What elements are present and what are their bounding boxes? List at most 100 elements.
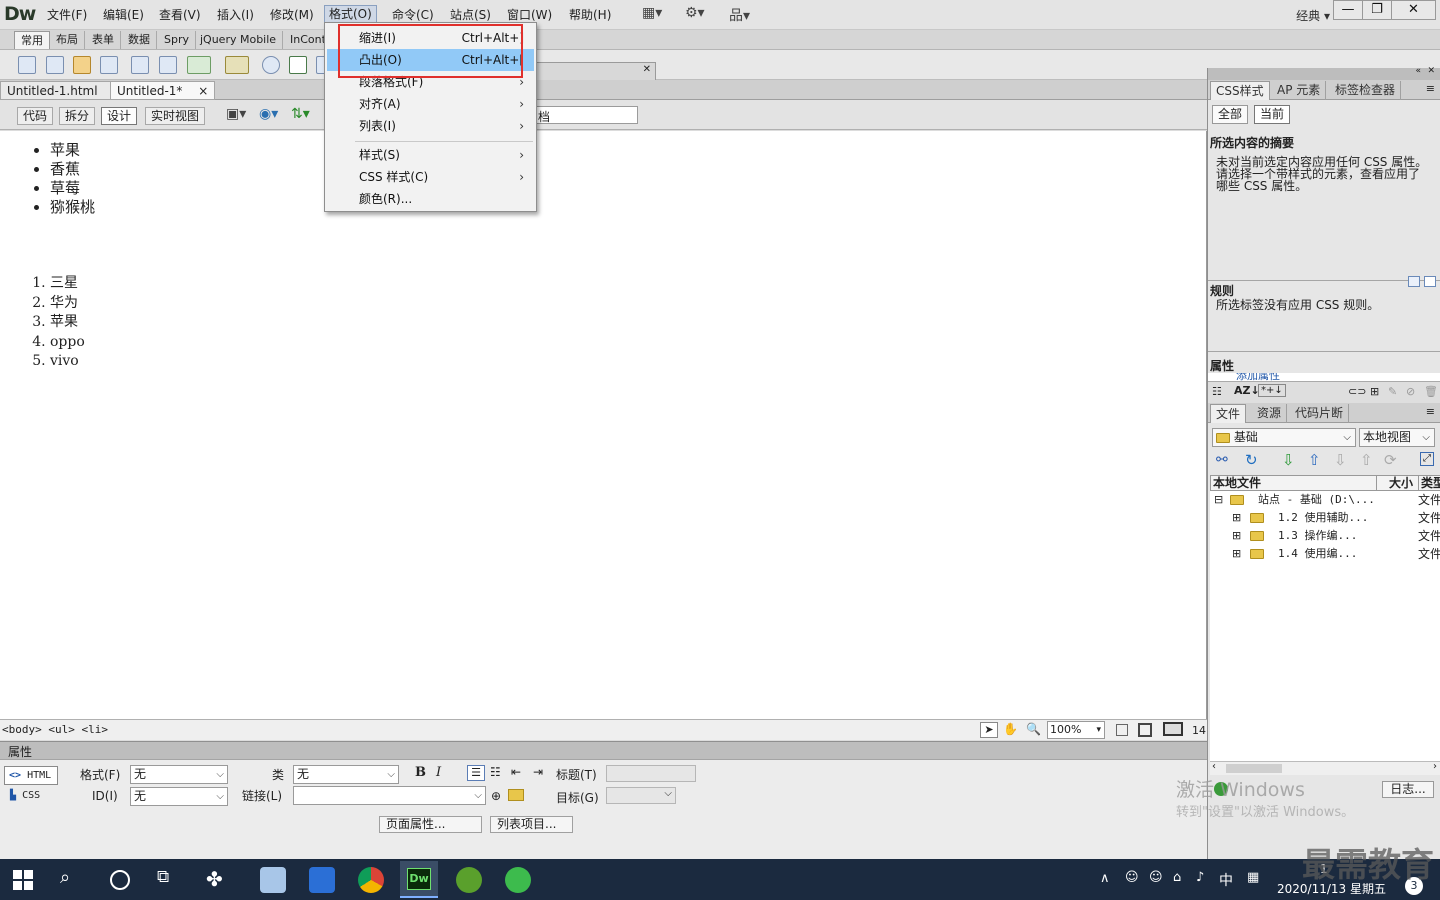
- edit-rule-icon[interactable]: ✎: [1388, 385, 1397, 398]
- windows-start-icon[interactable]: [12, 869, 34, 891]
- menu-item-style[interactable]: 样式(S) ›: [327, 144, 534, 166]
- qq-icon-2[interactable]: ☺: [1149, 870, 1163, 885]
- menu-help[interactable]: 帮助(H): [565, 7, 615, 25]
- bold-button[interactable]: B: [415, 765, 426, 780]
- mobile-size-icon[interactable]: [1116, 724, 1128, 736]
- tab-snippets[interactable]: 代码片断: [1290, 404, 1350, 423]
- melon-app-icon[interactable]: [456, 867, 482, 893]
- outdent-icon[interactable]: ⇤: [511, 765, 521, 779]
- unordered-list-icon[interactable]: ☰: [467, 765, 485, 781]
- list-item[interactable]: 苹果: [50, 313, 85, 333]
- menu-item-align[interactable]: 对齐(A) ›: [327, 93, 534, 115]
- browse-folder-icon[interactable]: [508, 789, 524, 801]
- minimize-button[interactable]: —: [1333, 0, 1363, 20]
- put-files-icon[interactable]: ⇧: [1308, 451, 1321, 469]
- cortana-icon[interactable]: [110, 870, 130, 890]
- close-icon[interactable]: ×: [198, 84, 208, 98]
- volume-icon[interactable]: ♪: [1196, 870, 1204, 885]
- tab-css-styles[interactable]: CSS样式: [1210, 81, 1270, 100]
- menu-file[interactable]: 文件(F): [43, 7, 91, 25]
- tab-files[interactable]: 文件: [1210, 404, 1247, 423]
- add-property-link[interactable]: 添加属性: [1236, 373, 1280, 381]
- notes-app-icon[interactable]: [260, 867, 286, 893]
- insert-tab-forms[interactable]: 表单: [86, 31, 121, 49]
- wps-writer-icon[interactable]: [309, 867, 335, 893]
- check-in-icon[interactable]: ⇧: [1360, 451, 1373, 469]
- file-row[interactable]: ⊞ 1.4 使用编... 文件: [1210, 545, 1440, 563]
- panel-menu-icon[interactable]: ≡: [1426, 405, 1435, 418]
- title-field[interactable]: 档: [536, 106, 638, 124]
- workspace-switcher[interactable]: 经典 ▾: [1296, 7, 1330, 24]
- view-select[interactable]: 本地视图 ⌵: [1359, 428, 1435, 447]
- get-files-icon[interactable]: ⇩: [1282, 451, 1295, 469]
- show-info-icon[interactable]: [1408, 276, 1420, 287]
- point-to-file-icon[interactable]: ⊕: [491, 789, 501, 803]
- files-horizontal-scrollbar[interactable]: ‹ ›: [1210, 761, 1440, 775]
- insert-tab-layout[interactable]: 布局: [50, 31, 85, 49]
- tray-expand-icon[interactable]: ∧: [1100, 871, 1110, 886]
- tag-selector[interactable]: <body> <ul> <li>: [2, 723, 108, 736]
- dreamweaver-task-icon[interactable]: Dw: [400, 861, 438, 898]
- live-view-button[interactable]: 实时视图: [145, 107, 206, 125]
- indent-icon[interactable]: ⇥: [533, 765, 543, 779]
- id-select[interactable]: 无 ⌵: [130, 787, 228, 806]
- menu-insert[interactable]: 插入(I): [213, 7, 258, 25]
- list-item[interactable]: vivo: [50, 352, 85, 372]
- doc-tab-untitled-1[interactable]: Untitled-1* ×: [110, 81, 216, 100]
- hyperlink-icon[interactable]: [18, 56, 36, 74]
- task-view-icon[interactable]: ⧉: [157, 867, 183, 893]
- divider[interactable]: [1208, 351, 1440, 352]
- network-icon[interactable]: ⌂: [1173, 870, 1181, 885]
- div-icon[interactable]: [159, 56, 177, 74]
- scrollbar-thumb[interactable]: [1226, 764, 1282, 773]
- anchor-icon[interactable]: [73, 56, 91, 74]
- menu-view[interactable]: 查看(V): [155, 7, 205, 25]
- menu-item-css-styles[interactable]: CSS 样式(C) ›: [327, 166, 534, 188]
- pointer-tool-icon[interactable]: ➤: [980, 722, 998, 738]
- site-select[interactable]: 基础 ⌵: [1212, 428, 1356, 447]
- multiscreen-icon[interactable]: ▣▾: [226, 106, 246, 124]
- expand-icon[interactable]: ⤢: [1420, 452, 1434, 466]
- design-view[interactable]: 苹果 香蕉 草莓 猕猴桃 三星 华为 苹果 oppo vivo: [0, 131, 1207, 719]
- properties-grid[interactable]: 添加属性: [1208, 373, 1440, 381]
- list-item[interactable]: 苹果: [50, 141, 95, 160]
- italic-button[interactable]: I: [436, 765, 441, 780]
- restore-button[interactable]: ❐: [1362, 0, 1392, 20]
- search-icon[interactable]: ⌕: [60, 867, 86, 893]
- html-mode-button[interactable]: <> HTML: [4, 766, 58, 785]
- title-input[interactable]: [606, 765, 696, 782]
- code-view-button[interactable]: 代码: [17, 107, 54, 125]
- insert-tab-spry[interactable]: Spry: [158, 31, 196, 49]
- file-management-icon[interactable]: ⇅▾: [291, 106, 310, 124]
- preview-browser-icon[interactable]: ◉▾: [259, 106, 278, 124]
- zoom-select[interactable]: 100% ▾: [1047, 721, 1105, 739]
- menu-item-list[interactable]: 列表(I) ›: [327, 115, 534, 137]
- alpha-view-icon[interactable]: AZ↓: [1234, 384, 1260, 397]
- window-size-readout[interactable]: 14: [1192, 724, 1206, 737]
- tab-ap-elements[interactable]: AP 元素: [1272, 81, 1327, 100]
- doc-tab-untitled-1-html[interactable]: Untitled-1.html ×: [0, 81, 127, 100]
- media-icon[interactable]: [225, 56, 249, 74]
- list-item[interactable]: 猕猴桃: [50, 198, 95, 217]
- menu-format[interactable]: 格式(O): [324, 5, 377, 23]
- floating-panel-close-icon[interactable]: ✕: [643, 64, 651, 75]
- delete-icon[interactable]: 🗑: [1424, 385, 1438, 398]
- zoom-tool-icon[interactable]: 🔍: [1026, 722, 1041, 736]
- insert-tab-jquery-mobile[interactable]: jQuery Mobile: [194, 31, 284, 49]
- split-view-button[interactable]: 拆分: [59, 107, 96, 125]
- pinwheel-app-icon[interactable]: ✤: [206, 867, 232, 893]
- new-rule-icon[interactable]: ⊞: [1370, 385, 1379, 398]
- set-properties-icon[interactable]: *+↓: [1258, 384, 1286, 397]
- close-button[interactable]: ✕: [1391, 0, 1436, 20]
- connect-icon[interactable]: ⚯: [1216, 452, 1228, 468]
- email-link-icon[interactable]: [46, 56, 64, 74]
- list-item[interactable]: 华为: [50, 294, 85, 314]
- panel-menu-icon[interactable]: ≡: [1426, 82, 1435, 95]
- list-item[interactable]: 香蕉: [50, 160, 95, 179]
- log-button[interactable]: 日志...: [1382, 781, 1434, 798]
- category-view-icon[interactable]: ☷: [1212, 385, 1222, 398]
- tab-tag-inspector[interactable]: 标签检查器: [1330, 81, 1402, 100]
- list-item[interactable]: oppo: [50, 333, 85, 353]
- sync-app-icon[interactable]: [505, 867, 531, 893]
- current-mode-button[interactable]: 当前: [1254, 105, 1291, 124]
